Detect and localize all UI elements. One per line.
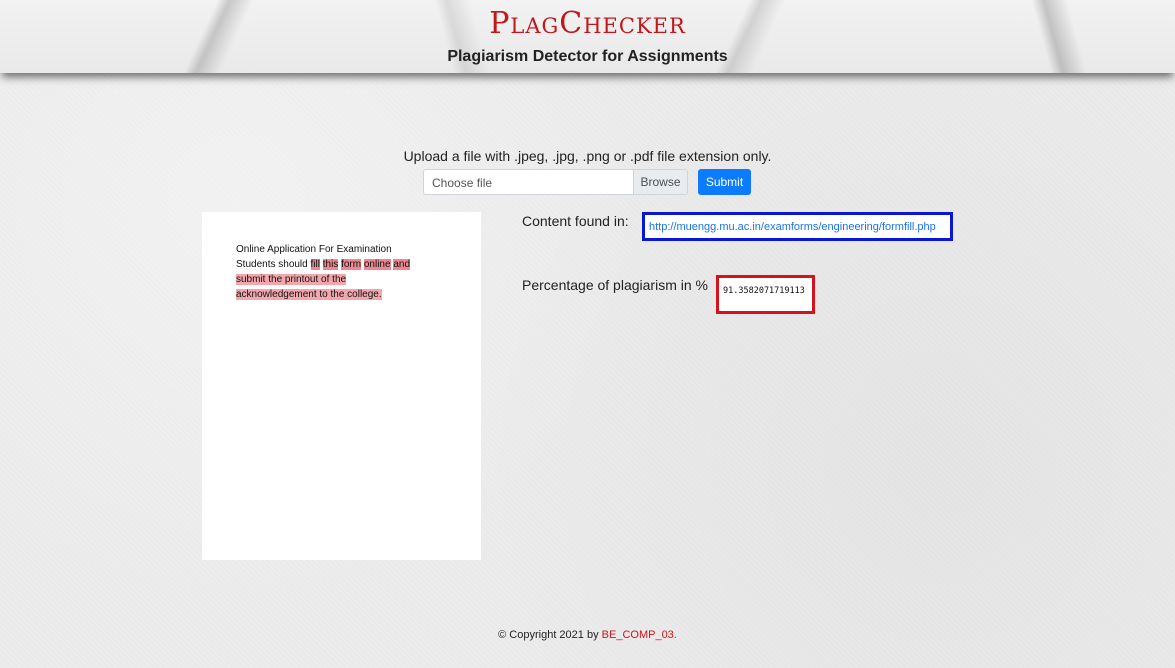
percentage-value: 91.3582071719113: [723, 286, 805, 296]
document-preview: Online Application For Examination Stude…: [202, 212, 481, 560]
preview-text-plain: Students should: [236, 259, 308, 270]
highlighted-text: submit the printout of the: [236, 274, 347, 285]
highlighted-word: form: [341, 259, 362, 270]
browse-button[interactable]: Browse: [633, 170, 687, 194]
upload-instruction: Upload a file with .jpeg, .jpg, .png or …: [403, 148, 772, 164]
highlighted-word: online: [363, 259, 391, 270]
brand-title: PlagChecker: [489, 6, 686, 41]
page-subtitle: Plagiarism Detector for Assignments: [447, 48, 728, 65]
source-url-box: http://muengg.mu.ac.in/examforms/enginee…: [642, 212, 953, 241]
source-url-link[interactable]: http://muengg.mu.ac.in/examforms/enginee…: [649, 221, 936, 233]
file-input[interactable]: Choose file Browse: [423, 169, 688, 195]
percentage-label: Percentage of plagiarism in %: [522, 277, 708, 293]
percentage-box: 91.3582071719113: [716, 275, 815, 314]
highlighted-word: this: [322, 259, 339, 270]
preview-line: submit the printout of the: [236, 272, 446, 287]
highlighted-word: fill: [310, 259, 320, 270]
preview-line: Students should fill this form online an…: [236, 257, 446, 272]
submit-button[interactable]: Submit: [698, 169, 751, 195]
file-input-placeholder[interactable]: Choose file: [424, 170, 633, 194]
header-banner: PlagChecker Plagiarism Detector for Assi…: [0, 0, 1175, 73]
copyright-text: © Copyright 2021 by: [498, 629, 599, 641]
highlighted-text: acknowledgement to the college.: [236, 289, 382, 300]
highlighted-word: and: [393, 259, 411, 270]
team-name: BE_COMP_03.: [601, 629, 677, 641]
document-preview-text: Online Application For Examination Stude…: [236, 242, 446, 302]
preview-line: acknowledgement to the college.: [236, 287, 446, 302]
footer: © Copyright 2021 by BE_COMP_03.: [0, 629, 1175, 641]
content-found-label: Content found in:: [522, 213, 629, 229]
preview-line: Online Application For Examination: [236, 244, 392, 255]
